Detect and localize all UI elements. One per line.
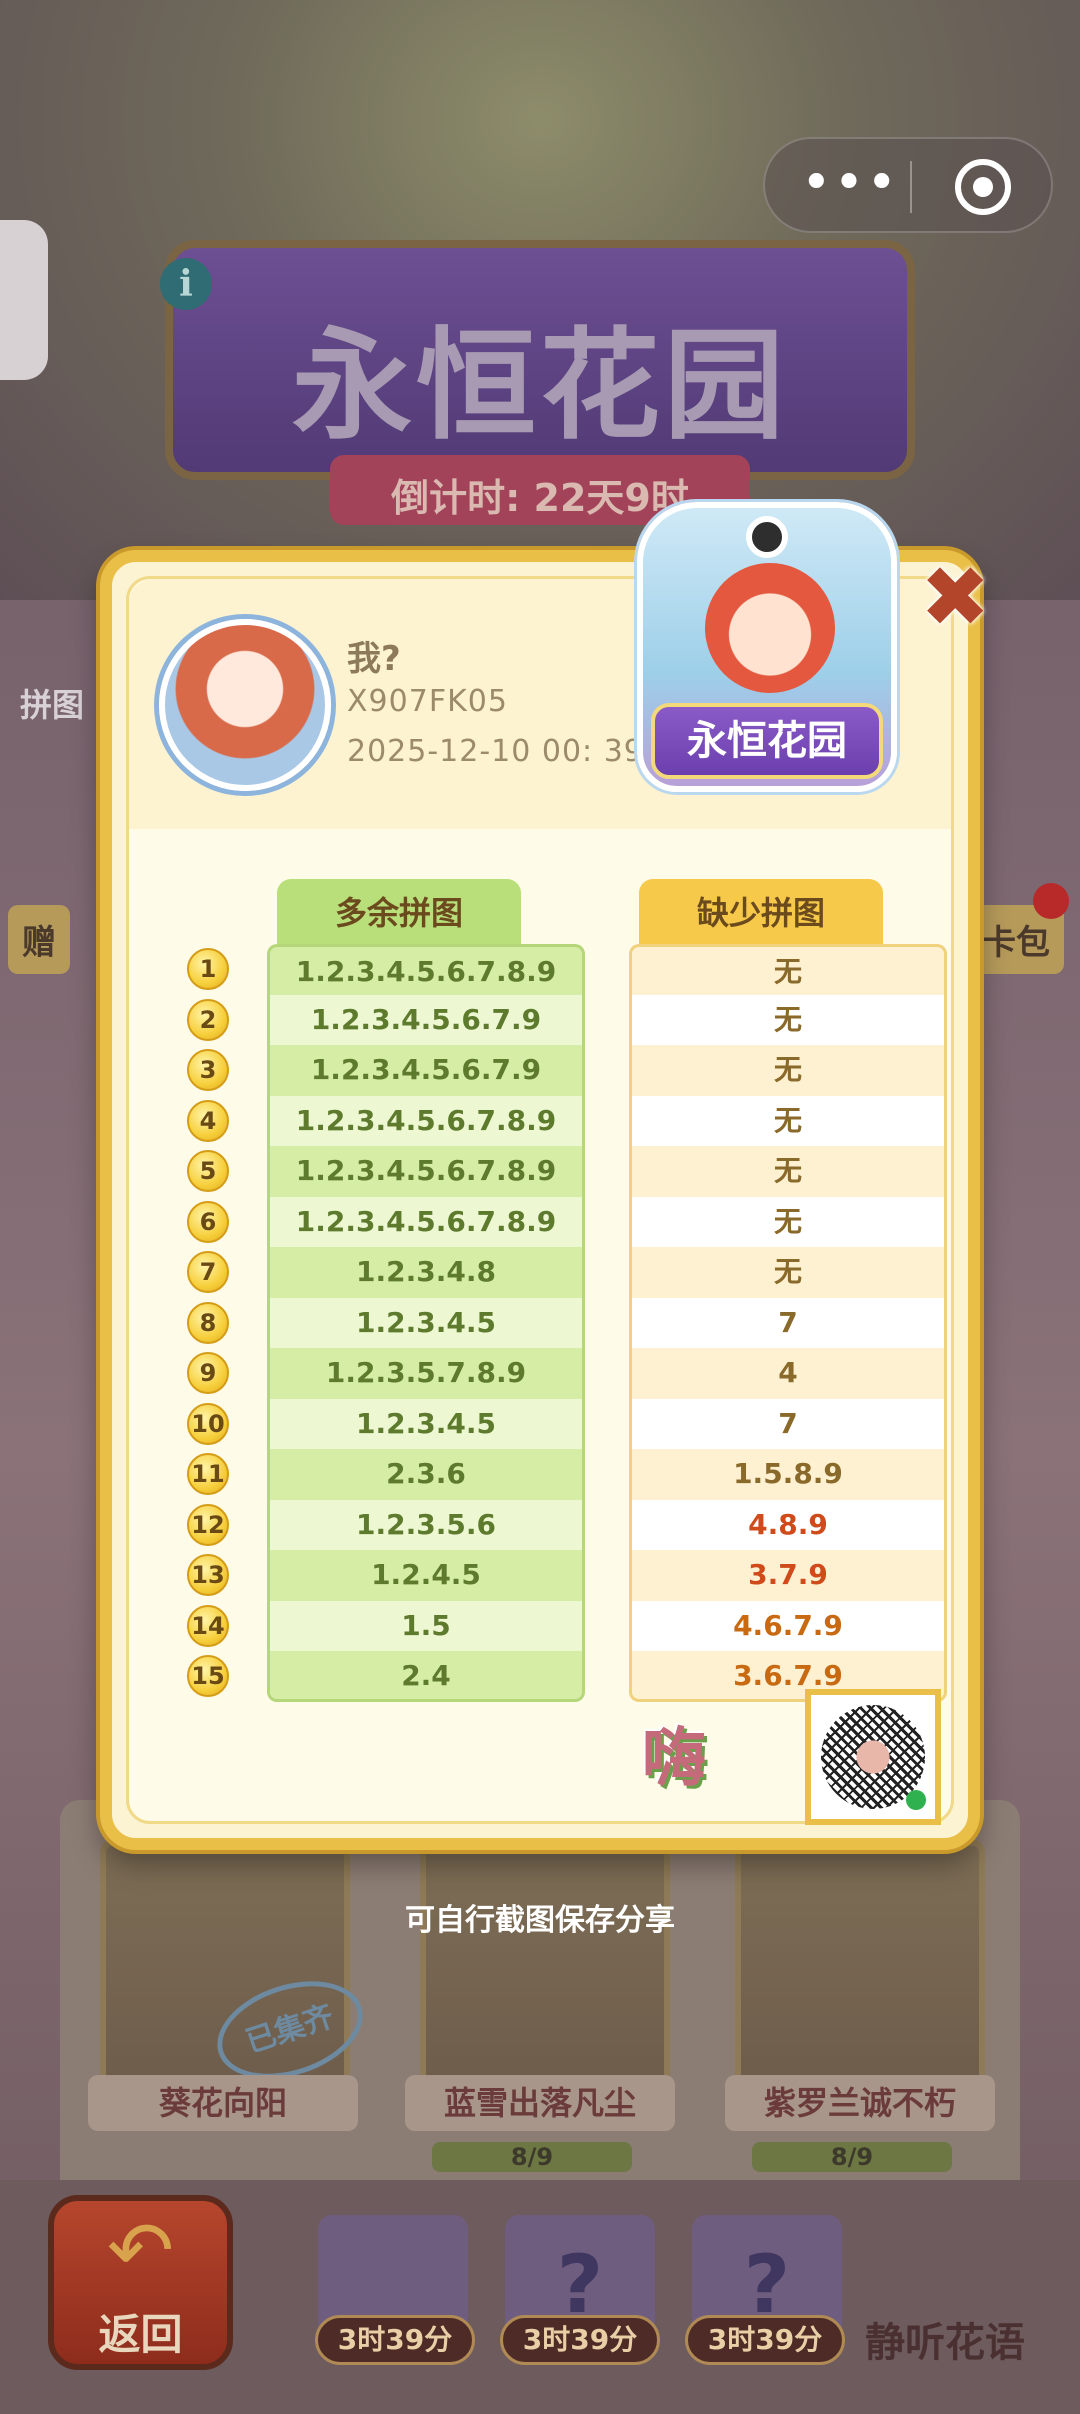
row-number-badge: 8 [187,1301,229,1344]
table-row: 6 1.2.3.4.5.6.7.8.9 无 [159,1196,959,1247]
notification-dot [1033,883,1069,919]
row-number-badge: 15 [187,1655,229,1697]
row-number-badge: 6 [187,1200,229,1243]
row-number-badge: 11 [187,1453,229,1495]
target-circle-icon[interactable] [955,159,1011,215]
row-number-badge: 4 [187,1099,229,1142]
extra-pieces-cell: 1.2.3.4.8 [267,1247,585,1298]
back-arrow-icon: ↶ [106,2204,175,2297]
table-row: 7 1.2.3.4.8 无 [159,1247,959,1298]
left-edge-tab [0,220,48,380]
table-row: 3 1.2.3.4.5.6.7.9 无 [159,1045,959,1096]
user-name: 我? [347,639,401,679]
puzzle-shortcut-label[interactable]: 拼图 [20,680,84,726]
row-number-badge: 13 [187,1554,229,1596]
table-row: 2 1.2.3.4.5.6.7.9 无 [159,994,959,1045]
event-banner: 永恒花园 [165,240,915,480]
slot-timer: 3时39分 [315,2315,475,2365]
user-timestamp: 2025-12-10 00: 39 [347,734,644,769]
back-label: 返回 [98,2310,183,2359]
puzzle-summary-modal: 我? X907FK05 2025-12-10 00: 39 多余拼图 缺少拼图 … [100,502,990,1850]
row-number-badge: 10 [187,1402,229,1445]
extra-pieces-cell: 1.2.3.5.6 [267,1499,585,1550]
slot-timer: 3时39分 [500,2315,660,2365]
extra-pieces-cell: 1.2.3.4.5.6.7.8.9 [267,1095,585,1146]
extra-pieces-cell: 1.2.4.5 [267,1550,585,1601]
card-label: 葵花向阳 [88,2075,358,2131]
table-row: 5 1.2.3.4.5.6.7.8.9 无 [159,1146,959,1197]
avatar [159,619,331,791]
row-number-badge: 12 [187,1503,229,1546]
extra-pieces-cell: 1.2.3.4.5 [267,1297,585,1348]
row-number-badge: 3 [187,1049,229,1091]
extra-pieces-cell: 1.2.3.4.5 [267,1398,585,1449]
extra-pieces-cell: 2.3.6 [267,1449,585,1500]
extra-pieces-header: 多余拼图 [277,879,521,947]
missing-pieces-cell: 4 [629,1348,947,1399]
missing-pieces-cell: 无 [629,994,947,1045]
card-label: 蓝雪出落凡尘 [405,2075,675,2131]
extra-pieces-cell: 1.2.3.4.5.6.7.9 [267,1045,585,1096]
table-row: 10 1.2.3.4.5 7 [159,1398,959,1449]
table-row: 14 1.5 4.6.7.9 [159,1600,959,1651]
listen-flowers-button[interactable]: 静听花语 [865,2310,1025,2368]
missing-pieces-cell: 1.5.8.9 [629,1449,947,1500]
missing-pieces-header: 缺少拼图 [639,879,883,947]
missing-pieces-cell: 3.7.9 [629,1550,947,1601]
row-number-badge: 14 [187,1604,229,1647]
table-row: 1 1.2.3.4.5.6.7.8.9 无 [159,944,959,995]
table-row: 9 1.2.3.5.7.8.9 4 [159,1348,959,1399]
missing-pieces-cell: 4.6.7.9 [629,1600,947,1651]
row-number-badge: 5 [187,1150,229,1192]
gift-side-label[interactable]: 赠 [8,905,70,974]
missing-pieces-cell: 无 [629,944,947,995]
extra-pieces-cell: 1.2.3.5.7.8.9 [267,1348,585,1399]
card-label: 紫罗兰诚不朽 [725,2075,995,2131]
missing-pieces-cell: 无 [629,1196,947,1247]
miniprogram-icon [906,1790,926,1810]
extra-pieces-cell: 1.2.3.4.5.6.7.8.9 [267,1196,585,1247]
table-row: 11 2.3.6 1.5.8.9 [159,1449,959,1500]
back-button[interactable]: ↶ 返回 [48,2195,233,2370]
extra-pieces-cell: 1.2.3.4.5.6.7.8.9 [267,944,585,995]
share-hint: 可自行截图保存分享 [405,1903,675,1938]
card-progress: 8/9 [752,2142,952,2172]
info-icon[interactable]: i [160,258,212,310]
row-number-badge: 2 [187,998,229,1041]
card-progress: 8/9 [432,2142,632,2172]
close-icon[interactable]: ✖ [920,555,990,639]
extra-pieces-cell: 1.2.3.4.5.6.7.8.9 [267,1146,585,1197]
badge-character [705,563,835,693]
missing-pieces-cell: 无 [629,1045,947,1096]
missing-pieces-cell: 无 [629,1247,947,1298]
miniprogram-capsule: ••• [763,137,1053,233]
event-badge: 永恒花园 [637,502,897,792]
user-id: X907FK05 [347,684,508,719]
missing-pieces-cell: 7 [629,1398,947,1449]
missing-pieces-cell: 7 [629,1297,947,1348]
event-title: 永恒花园 [292,315,788,456]
table-row: 4 1.2.3.4.5.6.7.8.9 无 [159,1095,959,1146]
extra-pieces-cell: 1.5 [267,1600,585,1651]
table-row: 12 1.2.3.5.6 4.8.9 [159,1499,959,1550]
more-dots-icon[interactable]: ••• [795,155,905,219]
extra-pieces-cell: 2.4 [267,1651,585,1702]
row-number-badge: 7 [187,1251,229,1293]
qr-code [805,1689,941,1825]
puzzle-table: 1 1.2.3.4.5.6.7.8.9 无 2 1.2.3.4.5.6.7.9 无 3 1.2… [159,944,959,1702]
row-number-badge: 9 [187,1352,229,1394]
missing-pieces-cell: 无 [629,1095,947,1146]
app-logo: 嗨 [642,1721,706,1796]
capsule-divider [910,161,912,213]
row-number-badge: 1 [187,948,229,990]
badge-hole [746,516,788,558]
missing-pieces-cell: 无 [629,1146,947,1197]
slot-timer: 3时39分 [685,2315,845,2365]
missing-pieces-cell: 4.8.9 [629,1499,947,1550]
extra-pieces-cell: 1.2.3.4.5.6.7.9 [267,994,585,1045]
table-row: 8 1.2.3.4.5 7 [159,1297,959,1348]
table-row: 13 1.2.4.5 3.7.9 [159,1550,959,1601]
badge-title: 永恒花园 [651,703,883,779]
